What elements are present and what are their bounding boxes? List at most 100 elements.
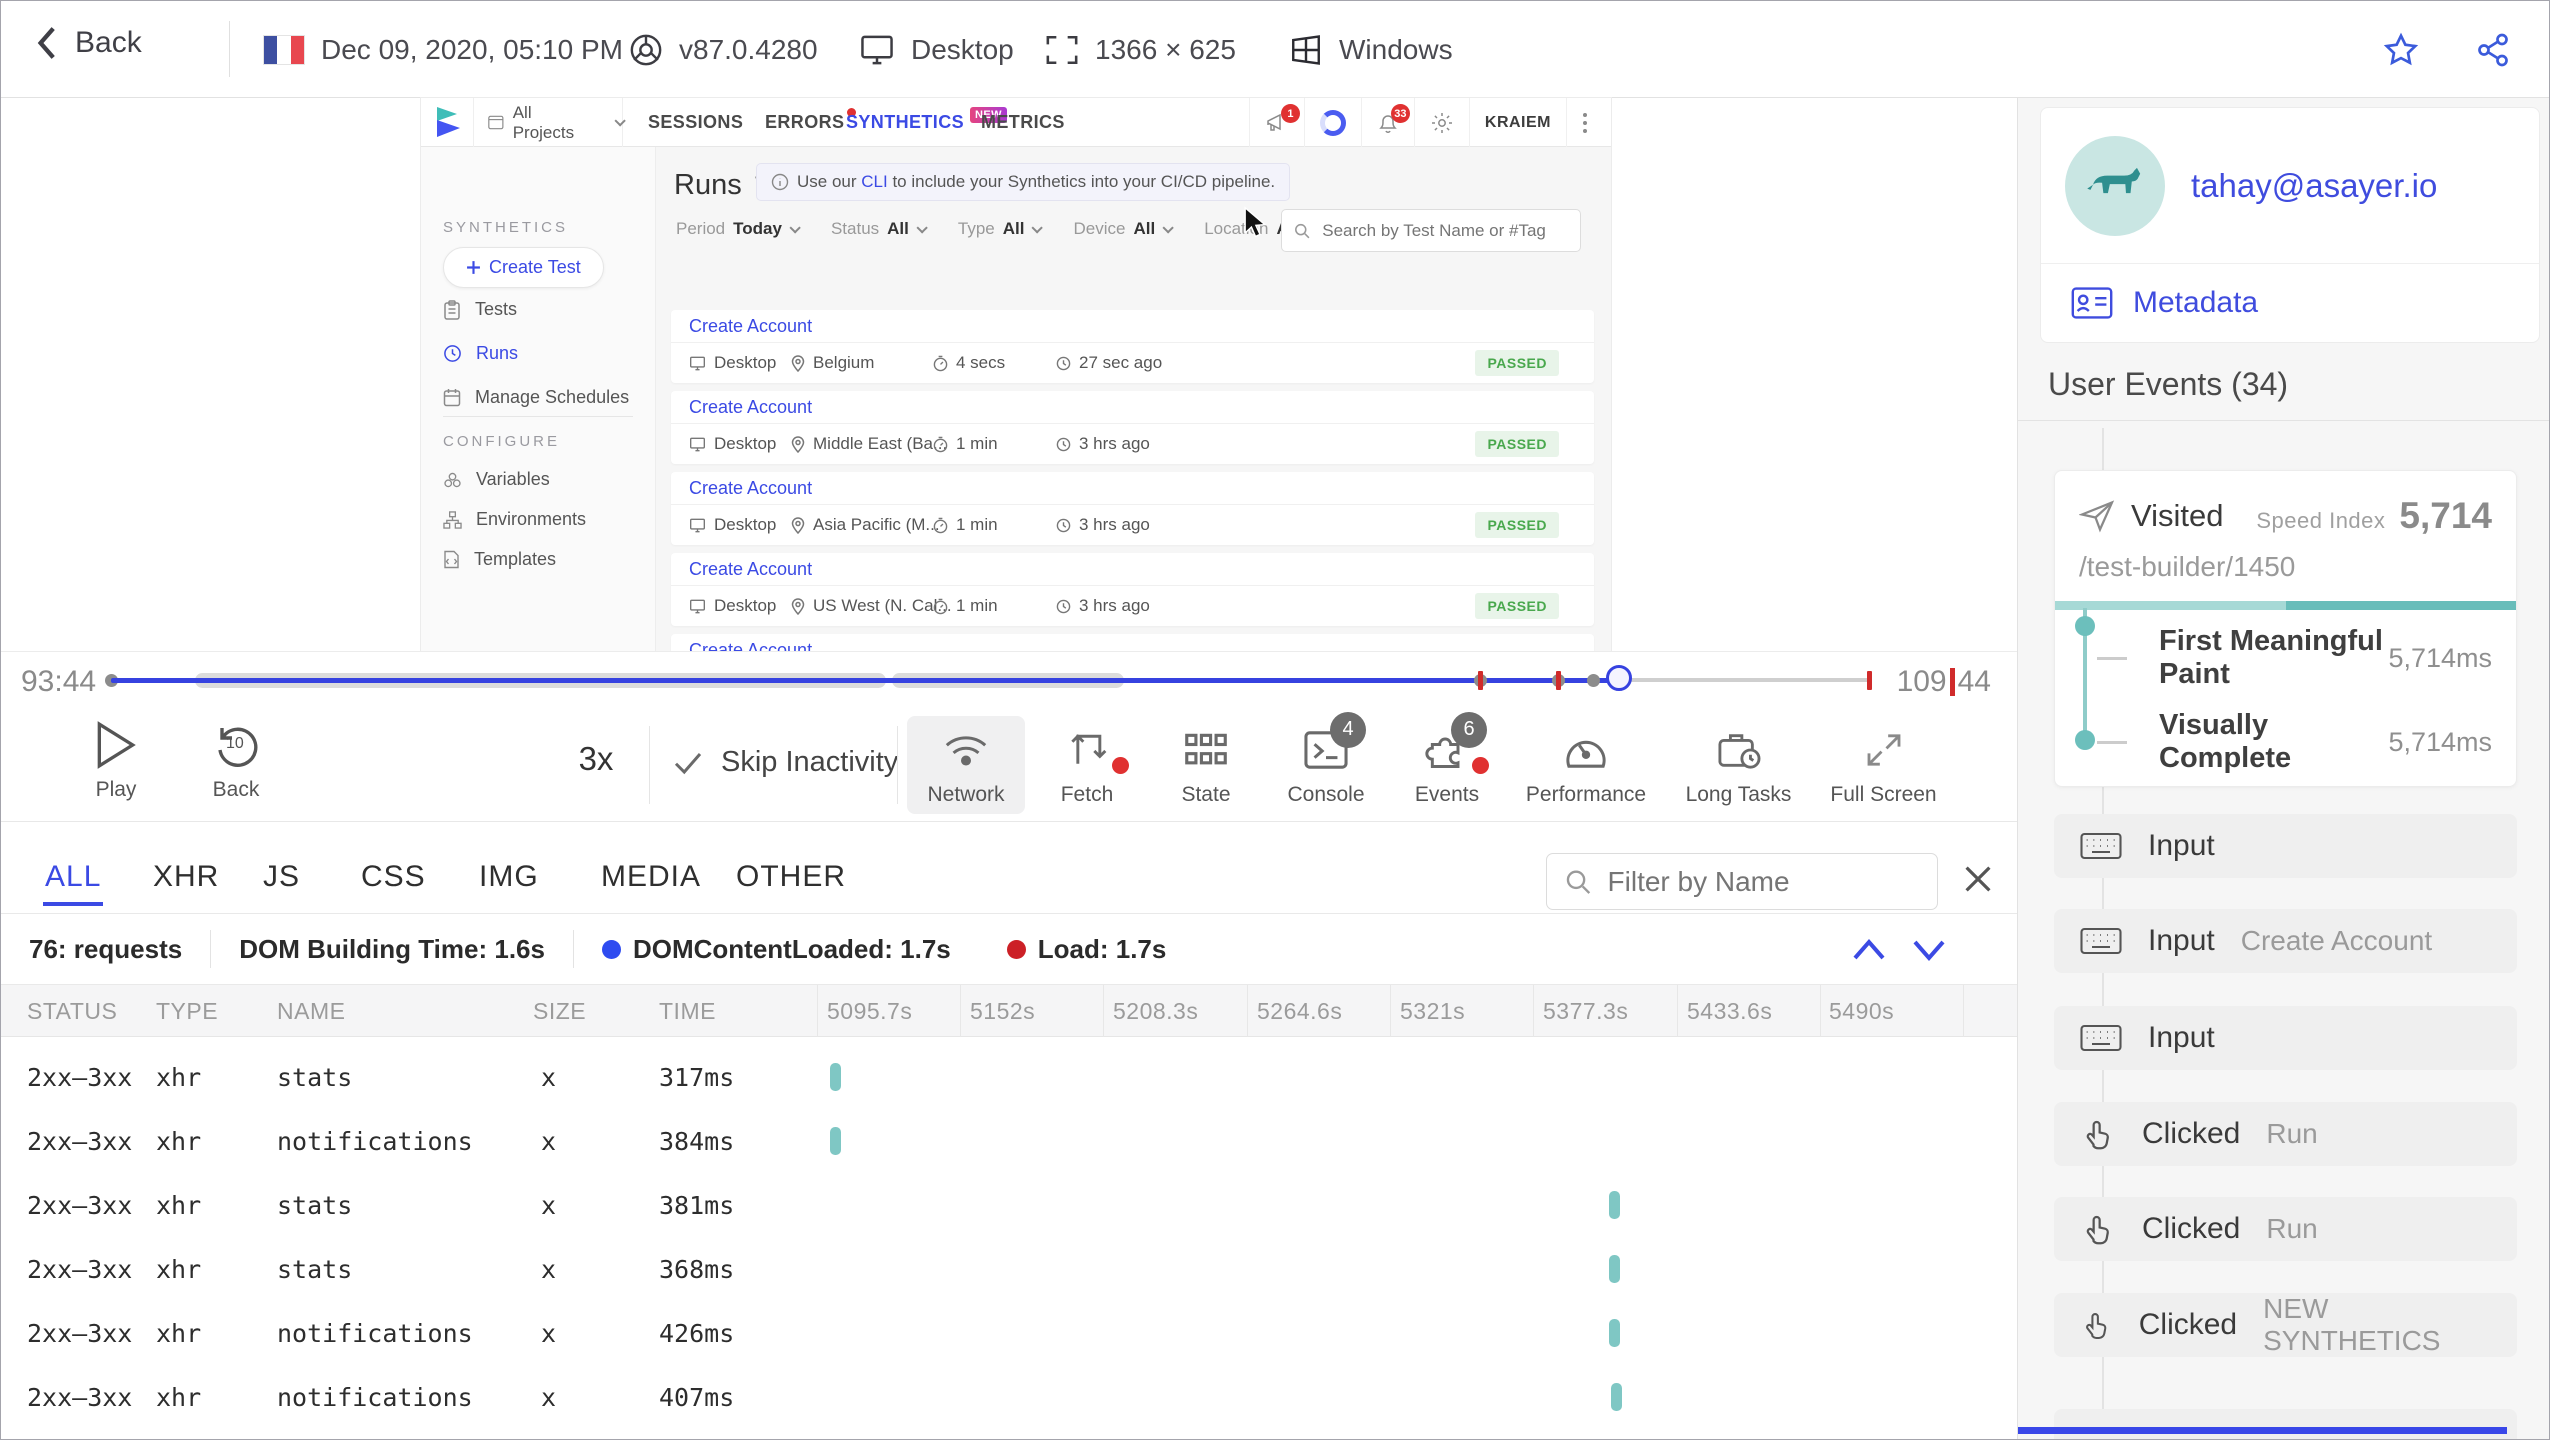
tab-all[interactable]: ALL: [42, 846, 104, 908]
share-icon[interactable]: [2475, 32, 2511, 68]
sidebar-item-tests[interactable]: Tests: [443, 299, 517, 320]
announcements-button[interactable]: 1: [1248, 98, 1304, 147]
project-selector[interactable]: All Projects: [473, 98, 626, 147]
run-card[interactable]: Create Account Desktop US West (N. Cal..…: [671, 553, 1594, 626]
time-col-label: 5377.3s: [1543, 997, 1629, 1024]
sidebar-item-templates[interactable]: Templates: [443, 549, 556, 570]
sidebar-item-runs[interactable]: Runs: [443, 343, 518, 364]
input-event-card[interactable]: Input Create Account: [2054, 909, 2517, 973]
tab-sessions[interactable]: SESSIONS: [648, 98, 743, 147]
sidebar-item-manage-schedules[interactable]: Manage Schedules: [443, 387, 629, 408]
keyboard-icon: [2080, 832, 2122, 860]
gear-icon: [1431, 112, 1452, 133]
filter-box[interactable]: [1546, 853, 1938, 910]
col-status: STATUS: [27, 997, 118, 1024]
metric-label: Visually Complete: [2159, 709, 2292, 774]
fullscreen-icon: [1867, 733, 1900, 766]
skip-inactivity-toggle[interactable]: Skip Inactivity: [673, 746, 898, 779]
run-card[interactable]: Create Account Desktop Canada (Central) …: [671, 634, 1594, 651]
long-tasks-panel-button[interactable]: Long Tasks: [1661, 716, 1816, 814]
time-col-label: 5152s: [970, 997, 1036, 1024]
filter-device[interactable]: Device All: [1073, 219, 1174, 239]
run-card[interactable]: Create Account Desktop Middle East (Ba..…: [671, 391, 1594, 464]
close-panel-icon[interactable]: [1959, 860, 1997, 898]
divider: [649, 726, 650, 804]
input-event-card[interactable]: Input: [2054, 1006, 2517, 1070]
paint-progress-bar: [2055, 601, 2516, 610]
create-test-button[interactable]: Create Test: [443, 247, 604, 288]
tab-img[interactable]: IMG: [479, 846, 539, 908]
playhead[interactable]: [1606, 665, 1633, 691]
table-row[interactable]: 2xx–3xx xhr stats x 381ms: [1, 1173, 2017, 1237]
jump-down-icon[interactable]: [1909, 932, 1949, 968]
search-icon: [1295, 223, 1310, 238]
click-event-card[interactable]: Clicked Run: [2054, 1102, 2517, 1166]
notifications-button[interactable]: 33: [1360, 98, 1414, 147]
tab-metrics[interactable]: METRICS: [981, 98, 1065, 147]
table-row[interactable]: 2xx–3xx xhr notifications x 407ms: [1, 1365, 2017, 1429]
tab-media[interactable]: MEDIA: [601, 846, 701, 908]
sidebar-section-synthetics: SYNTHETICS: [443, 219, 569, 236]
asayer-logo-icon: [433, 106, 463, 138]
sidebar-item-variables[interactable]: Variables: [443, 469, 550, 490]
test-search-input[interactable]: [1320, 219, 1568, 242]
click-event-card[interactable]: Clicked Run: [2054, 1197, 2517, 1261]
load-dot: [1006, 939, 1026, 959]
sidebar-item-environments[interactable]: Environments: [443, 509, 586, 530]
favorite-star-icon[interactable]: [2383, 32, 2419, 68]
settings-button[interactable]: [1413, 98, 1469, 147]
click-event-card[interactable]: Clicked NEW SYNTHETICS: [2054, 1293, 2517, 1357]
search-icon: [1566, 870, 1591, 894]
run-name: Create Account: [671, 391, 1594, 424]
loading-spinner: [1303, 98, 1361, 147]
filter-by-name-input[interactable]: [1605, 864, 1919, 899]
console-count-badge: 4: [1330, 711, 1366, 748]
filter-status[interactable]: Status All: [831, 219, 928, 239]
table-row[interactable]: 2xx–3xx xhr stats x 368ms: [1, 1237, 2017, 1301]
stopwatch-icon: [933, 355, 948, 371]
playback-timeline[interactable]: 93:44 109 44: [1, 651, 2017, 708]
tab-other[interactable]: OTHER: [736, 846, 846, 908]
back-10s-button[interactable]: 10 Back: [181, 720, 291, 802]
table-row[interactable]: 2xx–3xx xhr notifications x 426ms: [1, 1301, 2017, 1365]
jump-up-icon[interactable]: [1849, 932, 1889, 968]
full-screen-button[interactable]: Full Screen: [1806, 716, 1961, 814]
metric-dot: [2075, 730, 2095, 750]
tab-js[interactable]: JS: [263, 846, 300, 908]
network-summary-bar: 76: requests DOM Building Time: 1.6s DOM…: [1, 913, 2017, 985]
network-panel-button[interactable]: Network: [907, 716, 1025, 814]
table-row[interactable]: 2xx–3xx xhr stats x 317ms: [1, 1045, 2017, 1109]
more-menu-button[interactable]: [1566, 98, 1603, 147]
run-card[interactable]: Create Account Desktop Asia Pacific (M..…: [671, 472, 1594, 545]
user-email[interactable]: tahay@asayer.io: [2191, 167, 2437, 205]
sitemap-icon: [443, 510, 462, 529]
filter-period[interactable]: Period Today: [676, 219, 801, 239]
filter-type[interactable]: Type All: [958, 219, 1044, 239]
back-button[interactable]: Back: [35, 25, 142, 61]
tab-errors[interactable]: ERRORS: [765, 98, 857, 147]
cli-info-banner: Use our CLI to include your Synthetics i…: [756, 163, 1291, 201]
cli-link[interactable]: CLI: [861, 172, 887, 191]
request-timing-mark: [1611, 1383, 1622, 1411]
run-card[interactable]: Create Account Desktop Belgium 4 secs 27…: [671, 310, 1594, 383]
play-button[interactable]: Play: [61, 720, 171, 802]
user-menu[interactable]: KRAIEM: [1485, 114, 1551, 132]
click-hand-icon: [2086, 1313, 2107, 1339]
speed-toggle[interactable]: 3x: [546, 740, 646, 778]
monitor-icon: [690, 356, 705, 370]
template-file-icon: [444, 550, 459, 569]
click-hand-icon: [2086, 1215, 2109, 1245]
tab-css[interactable]: CSS: [361, 846, 426, 908]
id-card-icon: [2071, 287, 2113, 319]
app-content: Runs 76 Use our CLI to include your Synt…: [656, 147, 1611, 651]
timeline-track[interactable]: [105, 652, 1872, 709]
events-panel-button[interactable]: 6 Events: [1372, 711, 1522, 814]
performance-panel-button[interactable]: Performance: [1506, 716, 1666, 814]
navigation-icon: [2079, 500, 2115, 533]
test-search-box[interactable]: [1281, 209, 1581, 252]
metadata-button[interactable]: Metadata: [2041, 264, 2539, 342]
tab-xhr[interactable]: XHR: [153, 846, 219, 908]
visited-event-card[interactable]: Visited Speed Index 5,714 /test-builder/1…: [2054, 470, 2517, 787]
input-event-card[interactable]: Input: [2054, 814, 2517, 878]
table-row[interactable]: 2xx–3xx xhr notifications x 384ms: [1, 1109, 2017, 1173]
